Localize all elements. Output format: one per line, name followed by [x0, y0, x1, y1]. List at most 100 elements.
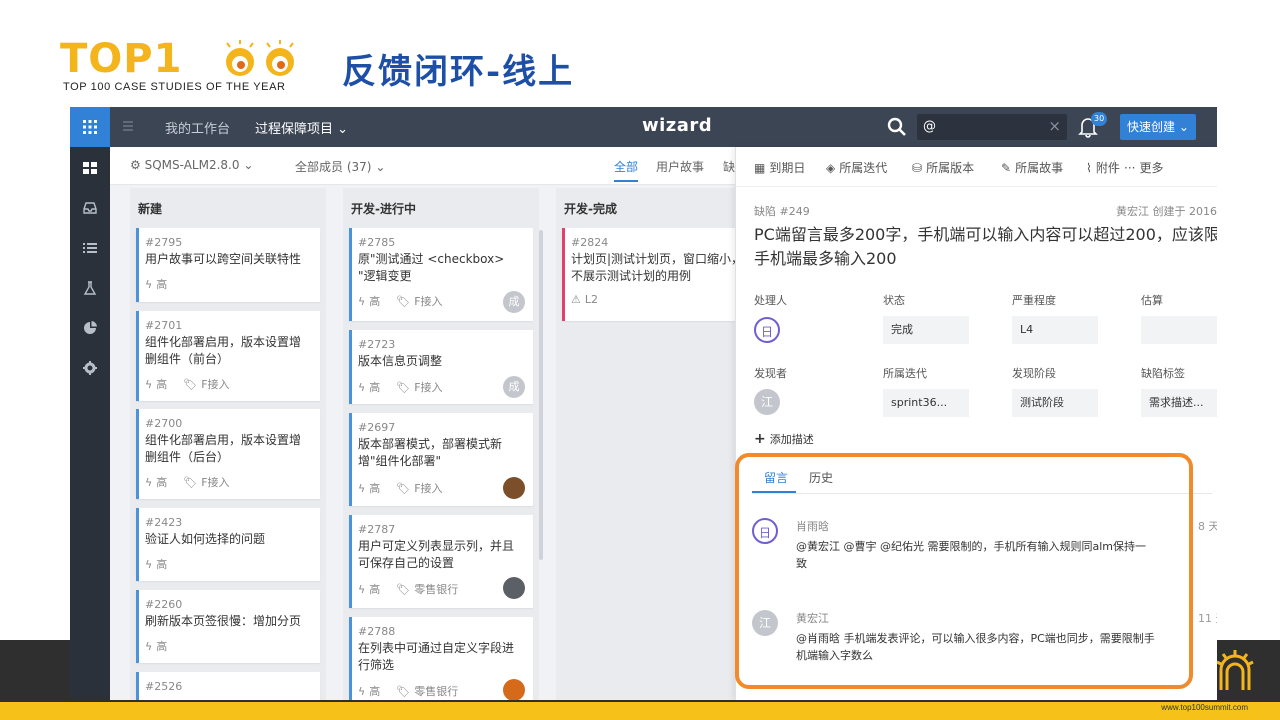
tab-history[interactable]: 历史	[809, 469, 833, 486]
search-input[interactable]: @ ×	[917, 114, 1067, 140]
story-card[interactable]: #2260 刷新版本页签很慢：增加分页 ϟ高	[136, 590, 320, 663]
estimate-field[interactable]	[1141, 316, 1217, 344]
card-title: 组件化部署启用，版本设置增删组件（后台）	[145, 433, 302, 464]
ellipsis-icon: ···	[1124, 160, 1136, 175]
card-id: #2701	[145, 319, 183, 332]
assignee-photo-avatar[interactable]	[503, 577, 525, 599]
card-id: #2785	[358, 236, 396, 249]
card-tag: 零售银行	[414, 583, 459, 596]
story-card[interactable]: #2700 组件化部署启用，版本设置增删组件（后台） ϟ 高 🏷 F接入	[136, 409, 320, 499]
warning-icon: ⚠	[571, 293, 581, 306]
bug-title[interactable]: PC端留言最多200字，手机端可以输入内容可以超过200，应该限 手机端最多输入…	[754, 223, 1217, 271]
detail-toolbar: ▦ 到期日 ◈ 所属迭代 ⛁ 所属版本 ✎ 所属故事 ⌇ 附件 ··· 更多	[736, 147, 1217, 187]
version-selector[interactable]: ⚙ SQMS-ALM2.8.0 ⌄	[130, 158, 253, 172]
story-card[interactable]: #2701 组件化部署启用，版本设置增删组件（前台） ϟ 高 🏷 F接入	[136, 311, 320, 401]
story-card[interactable]: #2723 版本信息页调整 ϟ 高 🏷 F接入 成	[349, 330, 533, 404]
priority-bolt-icon: ϟ	[358, 684, 366, 698]
chevron-down-icon: ⌄	[375, 160, 386, 174]
due-date-button[interactable]: ▦ 到期日	[754, 159, 805, 176]
bug-detail-panel: ▦ 到期日 ◈ 所属迭代 ⛁ 所属版本 ✎ 所属故事 ⌇ 附件 ··· 更多 缺陷 #249…	[735, 147, 1217, 700]
card-priority: 高	[156, 278, 168, 291]
left-sidebar	[70, 147, 110, 700]
assignee-avatar[interactable]: 成	[503, 291, 525, 313]
comment-author: 黄宏江	[796, 612, 829, 625]
tag-icon: 🏷	[396, 380, 411, 394]
tab-bugs[interactable]: 缺	[723, 158, 735, 175]
bug-tag-field[interactable]: 需求描述...	[1141, 389, 1217, 417]
chevron-down-icon: ⌄	[243, 158, 254, 172]
priority-bolt-icon: ϟ	[358, 294, 366, 308]
estimate-label: 估算	[1141, 294, 1163, 307]
assignee-photo-avatar[interactable]	[503, 477, 525, 499]
board-toolbar: ⚙ SQMS-ALM2.8.0 ⌄ 全部成员 (37) ⌄ 全部 用户故事 缺	[110, 147, 735, 185]
dashboard-icon[interactable]	[82, 160, 98, 176]
column-title: 新建	[138, 202, 163, 216]
clear-search-icon[interactable]: ×	[1048, 117, 1061, 135]
search-icon[interactable]	[887, 117, 907, 137]
finder-avatar[interactable]: 江	[754, 389, 780, 415]
story-button[interactable]: ✎ 所属故事	[1001, 159, 1063, 176]
members-filter[interactable]: 全部成员 (37) ⌄	[295, 158, 385, 175]
app-grid-button[interactable]	[70, 107, 110, 147]
column-scrollbar[interactable]	[539, 230, 543, 560]
story-card[interactable]: #2785 原"测试通过 <checkbox> "逻辑变更 ϟ 高 🏷 F接入 成	[349, 228, 533, 321]
tab-user-stories[interactable]: 用户故事	[656, 158, 704, 175]
card-tag: F接入	[414, 381, 443, 394]
brand-logo: wizard	[642, 115, 713, 136]
iteration-field[interactable]: sprint36...	[883, 389, 969, 417]
quick-create-button[interactable]: 快速创建 ⌄	[1120, 114, 1196, 140]
story-card[interactable]: #2787 用户可定义列表显示列，并且可保存自己的设置 ϟ 高 🏷 零售银行	[349, 515, 533, 608]
card-title: 版本部署模式，部署模式新增"组件化部署"	[358, 437, 503, 468]
add-description-button[interactable]: + 添加描述	[754, 431, 814, 447]
tag-icon: 🏷	[183, 377, 198, 391]
cube-icon: ◈	[826, 160, 836, 175]
story-card[interactable]: #2795 用户故事可以跨空间关联特性 ϟ高	[136, 228, 320, 302]
tag-icon: 🏷	[396, 481, 411, 495]
pie-chart-icon[interactable]	[82, 320, 98, 336]
assignee-photo-avatar[interactable]	[503, 679, 525, 700]
card-meta: ϟ 高 🏷 F接入	[358, 480, 443, 496]
severity-field[interactable]: L4	[1012, 316, 1098, 344]
gear-icon[interactable]	[82, 360, 98, 376]
tab-comments[interactable]: 留言	[764, 469, 788, 486]
bug-card[interactable]: #2824 计划页|测试计划页，窗口缩小，不展示测试计划的用例 ⚠L2 成	[562, 228, 768, 321]
attachment-label: 附件	[1095, 161, 1120, 175]
story-card[interactable]: #2697 版本部署模式，部署模式新增"组件化部署" ϟ 高 🏷 F接入	[349, 413, 533, 506]
assignee-avatar[interactable]: 日	[754, 317, 780, 343]
card-tag: F接入	[201, 476, 230, 489]
inbox-icon[interactable]	[82, 200, 98, 216]
stage-field[interactable]: 测试阶段	[1012, 389, 1098, 417]
logo-text: TOP1	[60, 36, 183, 82]
edit-icon: ✎	[1001, 160, 1012, 175]
column-new: 新建 #2795 用户故事可以跨空间关联特性 ϟ高 #2701 组件化部署启用，…	[130, 188, 351, 700]
menu-icon[interactable]	[122, 119, 136, 133]
story-card[interactable]: #2526	[136, 672, 320, 700]
priority-bolt-icon: ϟ	[145, 557, 153, 571]
card-priority: 高	[156, 476, 168, 489]
assignee-avatar[interactable]: 成	[503, 376, 525, 398]
card-title: 原"测试通过 <checkbox> "逻辑变更	[358, 252, 505, 283]
card-meta: ϟ 高 🏷 F接入	[358, 379, 443, 395]
card-priority: 高	[156, 558, 168, 571]
iteration-button[interactable]: ◈ 所属迭代	[826, 159, 887, 176]
tab-all[interactable]: 全部	[614, 158, 639, 182]
version-button[interactable]: ⛁ 所属版本	[912, 159, 974, 176]
comment-avatar[interactable]: 日	[752, 518, 778, 544]
iteration-label: 所属迭代	[839, 161, 888, 175]
status-field[interactable]: 完成	[883, 316, 969, 344]
list-icon[interactable]	[82, 240, 98, 256]
calendar-icon: ▦	[754, 160, 766, 175]
nav-project-dropdown[interactable]: 过程保障项目 ⌄	[255, 118, 348, 137]
more-button[interactable]: ··· 更多	[1124, 159, 1163, 176]
bug-id: 缺陷 #249	[754, 205, 810, 218]
tag-icon: 🏷	[396, 684, 411, 698]
story-card[interactable]: #2423 验证人如何选择的问题 ϟ高	[136, 508, 320, 581]
card-title: 用户故事可以跨空间关联特性	[145, 252, 302, 266]
version-label: SQMS-ALM2.8.0	[144, 158, 240, 172]
card-meta: ϟ 高 🏷 F接入	[145, 376, 230, 392]
nav-my-workbench[interactable]: 我的工作台	[165, 118, 230, 137]
flask-icon[interactable]	[82, 280, 98, 296]
comment-avatar[interactable]: 江	[752, 610, 778, 636]
bug-title-line-1: PC端留言最多200字，手机端可以输入内容可以超过200，应该限	[754, 225, 1217, 244]
story-card[interactable]: #2788 在列表中可通过自定义字段进行筛选 ϟ 高 🏷 零售银行	[349, 617, 533, 700]
